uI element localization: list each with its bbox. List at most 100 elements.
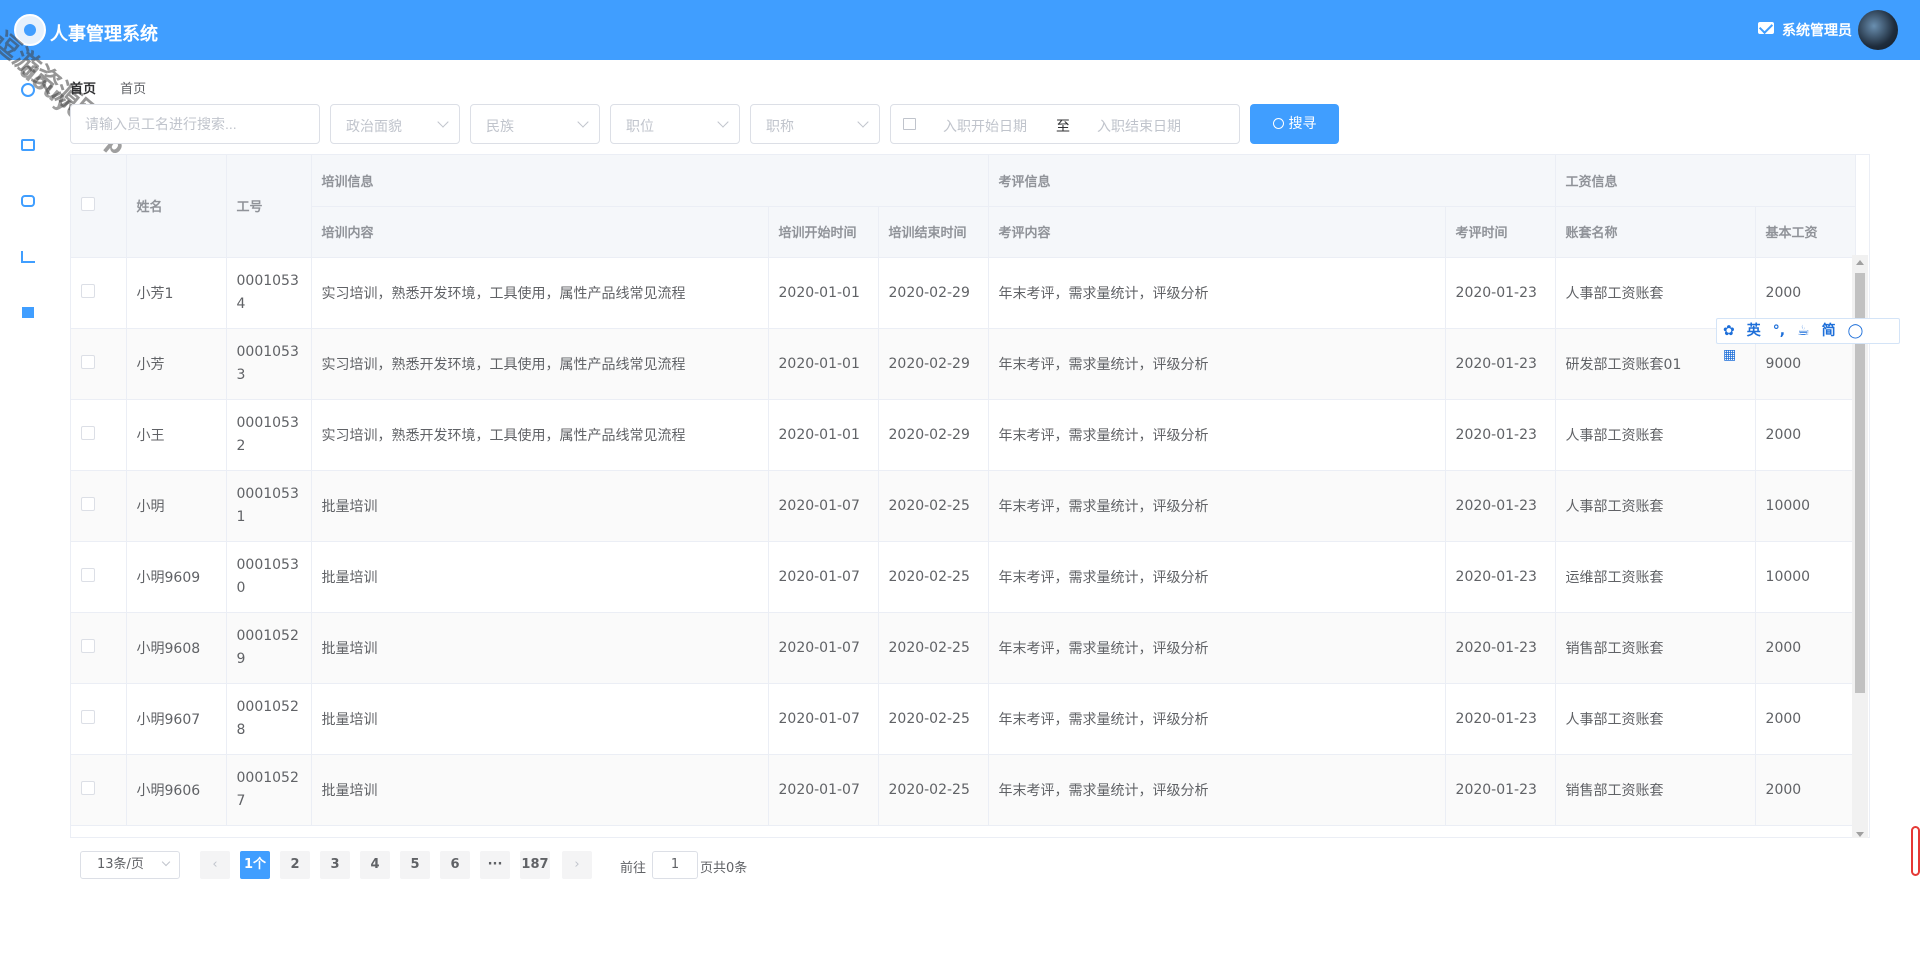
sidebar-item-id-card[interactable]	[20, 137, 36, 153]
cell-base-salary: 10000	[1755, 470, 1856, 542]
table-row[interactable]: 小明9607 00010528 批量培训 2020-01-07 2020-02-…	[71, 683, 1856, 755]
page-size-select[interactable]: 13条/页	[80, 851, 180, 879]
cell-train-start: 2020-01-07	[768, 683, 879, 755]
cell-base-salary: 2000	[1755, 683, 1856, 755]
row-checkbox[interactable]	[81, 780, 95, 795]
chevron-down-icon	[717, 116, 729, 128]
paw-icon[interactable]: ✿	[1723, 319, 1735, 343]
cell-train-content: 实习培训，熟悉开发环境，工具使用，属性产品线常见流程	[311, 399, 769, 471]
page-button-last[interactable]: 187	[520, 851, 550, 879]
page-button-2[interactable]: 2	[280, 851, 310, 879]
table-row[interactable]: 小明 00010531 批量培训 2020-01-07 2020-02-25 年…	[71, 470, 1856, 542]
keyword-search-input[interactable]	[71, 105, 319, 143]
cell-name: 小芳	[126, 328, 227, 400]
political-select[interactable]: 政治面貌	[330, 104, 460, 144]
cell-train-content: 实习培训，熟悉开发环境，工具使用，属性产品线常见流程	[311, 257, 769, 329]
table-row[interactable]: 小王 00010532 实习培训，熟悉开发环境，工具使用，属性产品线常见流程 2…	[71, 399, 1856, 471]
sidebar-item-money[interactable]	[20, 193, 36, 209]
table-row[interactable]: 小明9606 00010527 批量培训 2020-01-07 2020-02-…	[71, 754, 1856, 826]
position-select-label: 职位	[626, 119, 654, 135]
keyword-search-field[interactable]	[70, 104, 320, 144]
row-checkbox[interactable]	[81, 354, 95, 369]
col-header-name[interactable]: 姓名	[126, 155, 227, 258]
col-header-train-end[interactable]: 培训结束时间	[878, 206, 989, 258]
row-checkbox[interactable]	[81, 283, 95, 298]
hire-date-range-picker[interactable]: 入职开始日期 至 入职结束日期	[890, 104, 1240, 144]
ime-user-icon[interactable]: ◯	[1848, 319, 1864, 343]
title-select[interactable]: 职称	[750, 104, 880, 144]
table-row[interactable]: 小芳 00010533 实习培训，熟悉开发环境，工具使用，属性产品线常见流程 2…	[71, 328, 1856, 400]
cell-train-start: 2020-01-07	[768, 541, 879, 613]
cell-train-end: 2020-02-29	[878, 257, 989, 329]
col-header-eval-content[interactable]: 考评内容	[988, 206, 1446, 258]
col-header-train-content[interactable]: 培训内容	[311, 206, 769, 258]
page-button-5[interactable]: 5	[400, 851, 430, 879]
row-checkbox[interactable]	[81, 638, 95, 653]
col-header-account[interactable]: 账套名称	[1555, 206, 1756, 258]
row-checkbox[interactable]	[81, 496, 95, 511]
cell-eval-date: 2020-01-23	[1445, 328, 1556, 400]
sidebar-item-windows[interactable]	[20, 305, 36, 321]
position-select[interactable]: 职位	[610, 104, 740, 144]
page-button-1[interactable]: 1个	[240, 851, 270, 879]
cell-name: 小明9608	[126, 612, 227, 684]
chevron-right-icon: ›	[574, 857, 580, 872]
scroll-up-arrow-icon[interactable]	[1856, 260, 1864, 265]
page-button-6[interactable]: 6	[440, 851, 470, 879]
sidebar-item-chart[interactable]	[20, 249, 36, 265]
nation-select[interactable]: 民族	[470, 104, 600, 144]
user-icon	[21, 83, 35, 97]
scroll-down-arrow-icon[interactable]	[1856, 832, 1864, 837]
cell-work-id: 00010527	[226, 754, 312, 826]
select-all-cell	[71, 155, 127, 258]
next-page-button[interactable]: ›	[562, 851, 592, 879]
row-select-cell	[71, 683, 127, 755]
breadcrumb-home[interactable]: 首页	[70, 82, 96, 97]
user-name-menu[interactable]: 系统管理员	[1782, 20, 1852, 40]
row-checkbox[interactable]	[81, 425, 95, 440]
total-count-label: 页共0条	[700, 861, 748, 876]
row-select-cell	[71, 257, 127, 329]
start-date-input[interactable]: 入职开始日期	[943, 116, 1027, 136]
cell-base-salary: 2000	[1755, 754, 1856, 826]
avatar[interactable]	[1858, 10, 1898, 50]
id-card-icon	[21, 139, 35, 151]
sidebar-item-user[interactable]	[20, 82, 36, 98]
table-row[interactable]: 小明9608 00010529 批量培训 2020-01-07 2020-02-…	[71, 612, 1856, 684]
ime-lang-toggle[interactable]: 英	[1747, 319, 1761, 343]
search-button[interactable]: 搜寻	[1250, 104, 1339, 144]
cell-train-end: 2020-02-25	[878, 754, 989, 826]
ime-punct-toggle[interactable]: °,	[1773, 319, 1785, 343]
page-ellipsis-button[interactable]: ···	[480, 851, 510, 879]
row-select-cell	[71, 328, 127, 400]
goto-page-input[interactable]: 1	[652, 851, 698, 879]
ime-cup-icon[interactable]: ☕	[1797, 319, 1810, 343]
mail-icon[interactable]	[1758, 22, 1774, 34]
col-header-eval-date[interactable]: 考评时间	[1445, 206, 1556, 258]
table-row[interactable]: 小明9609 00010530 批量培训 2020-01-07 2020-02-…	[71, 541, 1856, 613]
chevron-down-icon	[161, 857, 171, 867]
col-header-work-id[interactable]: 工号	[226, 155, 312, 258]
ime-simplified-toggle[interactable]: 简	[1822, 319, 1836, 343]
breadcrumb-current: 首页	[120, 82, 147, 97]
page-button-3[interactable]: 3	[320, 851, 350, 879]
end-date-input[interactable]: 入职结束日期	[1097, 116, 1181, 136]
cell-name: 小明	[126, 470, 227, 542]
breadcrumb: 首页 首页	[70, 78, 166, 97]
ime-grid-icon[interactable]: ▦	[1723, 343, 1736, 367]
select-all-checkbox[interactable]	[81, 196, 95, 211]
col-header-train-start[interactable]: 培训开始时间	[768, 206, 879, 258]
cell-work-id: 00010532	[226, 399, 312, 471]
group-header-evaluation: 考评信息	[988, 155, 1556, 207]
row-checkbox[interactable]	[81, 709, 95, 724]
table-row[interactable]: 小芳1 00010534 实习培训，熟悉开发环境，工具使用，属性产品线常见流程 …	[71, 257, 1856, 329]
title-select-label: 职称	[766, 119, 794, 135]
prev-page-button[interactable]: ‹	[200, 851, 230, 879]
col-header-base-salary[interactable]: 基本工资	[1755, 206, 1856, 258]
page-button-4[interactable]: 4	[360, 851, 390, 879]
employee-table: 姓名 工号 培训信息 考评信息 工资信息 培训内容 培训开始时间 培训结束时间 …	[70, 154, 1870, 838]
cell-train-end: 2020-02-29	[878, 328, 989, 400]
row-checkbox[interactable]	[81, 567, 95, 582]
cell-work-id: 00010533	[226, 328, 312, 400]
cell-name: 小明9609	[126, 541, 227, 613]
